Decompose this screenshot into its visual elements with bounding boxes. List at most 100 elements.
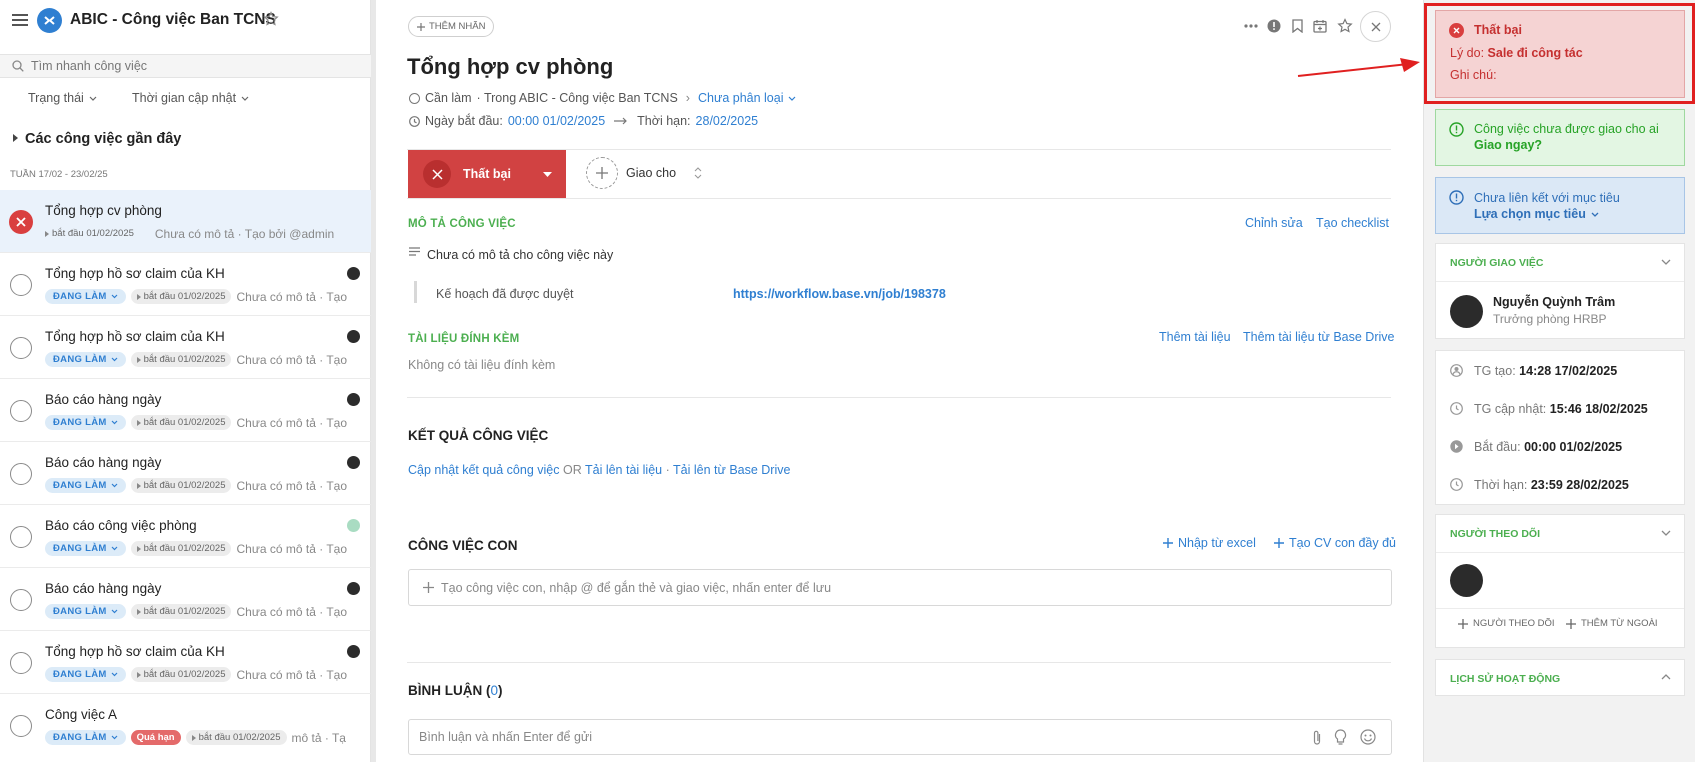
activity-history-card[interactable]: LỊCH SỬ HOẠT ĐỘNG (1435, 659, 1685, 696)
plan-link[interactable]: https://workflow.base.vn/job/198378 (733, 287, 946, 301)
plus-icon (1274, 538, 1284, 548)
search-input[interactable] (31, 59, 331, 73)
calendar-add-icon[interactable] (1312, 18, 1328, 34)
task-title-heading[interactable]: Tổng hợp cv phòng (407, 54, 613, 80)
status-circle-icon[interactable] (10, 715, 32, 737)
subtask-input-box[interactable]: Tạo công việc con, nhập @ để gắn thẻ và … (408, 569, 1392, 606)
due-date-value[interactable]: 28/02/2025 (696, 114, 759, 128)
play-circle-icon (1450, 440, 1463, 453)
assignee-avatar (347, 330, 360, 343)
lightbulb-icon[interactable] (1334, 729, 1347, 746)
chevron-down-icon[interactable] (1661, 530, 1671, 536)
assignee-avatar (347, 645, 360, 658)
add-document-link[interactable]: Thêm tài liệu (1159, 330, 1231, 344)
recent-tasks-header[interactable]: Các công việc gần đây (25, 131, 181, 147)
caret-right-icon[interactable] (13, 134, 18, 142)
chevron-down-icon (789, 96, 796, 101)
fail-status-button[interactable]: Thất bại (408, 150, 566, 198)
task-meta-row: ĐANG LÀM bắt đầu 01/02/2025 Chưa có mô t… (45, 541, 365, 556)
plus-icon (1566, 618, 1576, 629)
assigner-card: NGƯỜI GIAO VIỆC Nguyễn Quỳnh Trâm Trưởng… (1435, 243, 1685, 339)
annotation-arrow-icon (1297, 58, 1420, 77)
status-circle-icon[interactable] (409, 92, 420, 104)
failed-status-icon[interactable] (9, 210, 33, 234)
menu-icon[interactable] (12, 13, 28, 27)
close-icon[interactable] (1360, 11, 1391, 42)
add-document-drive-link[interactable]: Thêm tài liệu từ Base Drive (1243, 330, 1394, 344)
start-date-chip: bắt đầu 01/02/2025 (130, 541, 232, 556)
import-excel-button[interactable]: Nhập từ excel (1163, 536, 1256, 550)
add-external-follower-button[interactable]: THÊM TỪ NGOÀI (1566, 618, 1658, 629)
assign-to-button[interactable]: Giao cho (586, 157, 702, 189)
alert-icon[interactable] (1266, 18, 1282, 34)
status-badge[interactable]: ĐANG LÀM (45, 730, 126, 745)
status-badge[interactable]: ĐANG LÀM (45, 604, 126, 619)
task-item[interactable]: Tổng hợp hồ sơ claim của KH ĐANG LÀM bắt… (0, 253, 371, 316)
status-circle-icon[interactable] (10, 463, 32, 485)
create-checklist-link[interactable]: Tạo checklist (1316, 216, 1389, 230)
start-date-value[interactable]: 00:00 01/02/2025 (508, 114, 605, 128)
filter-status-dropdown[interactable]: Trạng thái (28, 91, 97, 105)
follower-avatar[interactable] (1450, 564, 1483, 597)
no-description-text: Chưa có mô tả cho công việc này (427, 248, 614, 262)
chevron-down-icon (111, 735, 118, 740)
assign-now-link[interactable]: Giao ngay? (1474, 138, 1542, 152)
status-badge[interactable]: ĐANG LÀM (45, 289, 126, 304)
assigner-avatar[interactable] (1450, 295, 1483, 328)
followers-card: NGƯỜI THEO DÕI NGƯỜI THEO DÕI THÊM TỪ NG… (1435, 514, 1685, 648)
task-title: Tổng hợp hồ sơ claim của KH (45, 329, 225, 344)
status-circle-icon[interactable] (10, 400, 32, 422)
attachments-header: TÀI LIỆU ĐÍNH KÈM (408, 333, 520, 345)
star-icon[interactable] (1336, 17, 1354, 35)
emoji-icon[interactable] (1360, 729, 1376, 745)
upload-drive-link[interactable]: Tải lên từ Base Drive (673, 463, 790, 477)
status-badge[interactable]: ĐANG LÀM (45, 667, 126, 682)
chevron-down-icon[interactable] (1661, 259, 1671, 265)
task-meta-text: mô tả · Tạ (291, 730, 346, 745)
task-item-selected[interactable]: Tổng hợp cv phòng bắt đầu 01/02/2025 Chư… (0, 190, 371, 253)
add-tag-label: THÊM NHÃN (429, 21, 486, 32)
create-full-subtask-button[interactable]: Tạo CV con đầy đủ (1274, 536, 1396, 550)
app-logo-icon (37, 8, 62, 33)
status-circle-icon[interactable] (10, 526, 32, 548)
attachment-icon[interactable] (1312, 730, 1322, 746)
task-item[interactable]: Báo cáo hàng ngày ĐANG LÀM bắt đầu 01/02… (0, 568, 371, 631)
edit-description-link[interactable]: Chỉnh sửa (1245, 216, 1303, 230)
star-icon[interactable] (263, 11, 279, 27)
status-badge[interactable]: ĐANG LÀM (45, 415, 126, 430)
start-date-chip: bắt đầu 01/02/2025 (130, 604, 232, 619)
upload-document-link[interactable]: Tải lên tài liệu (585, 463, 662, 477)
status-circle-icon[interactable] (10, 589, 32, 611)
choose-goal-dropdown[interactable]: Lựa chọn mục tiêu (1474, 207, 1599, 221)
status-circle-icon[interactable] (10, 274, 32, 296)
assignee-avatar (347, 456, 360, 469)
project-text[interactable]: · Trong ABIC - Công việc Ban TCNS (477, 91, 678, 105)
add-tag-button[interactable]: THÊM NHÃN (408, 16, 495, 37)
task-item[interactable]: Công việc A ĐANG LÀM Quá hạn bắt đầu 01/… (0, 694, 371, 757)
filter-status-label: Trạng thái (28, 91, 84, 105)
task-item[interactable]: Tổng hợp hồ sơ claim của KH ĐANG LÀM bắt… (0, 631, 371, 694)
task-item[interactable]: Tổng hợp hồ sơ claim của KH ĐANG LÀM bắt… (0, 316, 371, 379)
chevron-up-icon[interactable] (1661, 674, 1671, 680)
status-badge[interactable]: ĐANG LÀM (45, 541, 126, 556)
subtask-input-placeholder[interactable]: Tạo công việc con, nhập @ để gắn thẻ và … (441, 581, 831, 595)
filter-time-dropdown[interactable]: Thời gian cập nhật (132, 91, 249, 105)
caret-right-icon (136, 608, 141, 615)
status-badge[interactable]: ĐANG LÀM (45, 352, 126, 367)
status-circle-icon[interactable] (10, 652, 32, 674)
status-text[interactable]: Cần làm (425, 91, 472, 105)
comment-input-box[interactable]: Bình luận và nhấn Enter để gửi (408, 719, 1392, 755)
comment-input-placeholder[interactable]: Bình luận và nhấn Enter để gửi (419, 730, 592, 744)
bookmark-icon[interactable] (1289, 18, 1305, 34)
status-badge[interactable]: ĐANG LÀM (45, 478, 126, 493)
task-item[interactable]: Báo cáo công việc phòng ĐANG LÀM bắt đầu… (0, 505, 371, 568)
update-result-link[interactable]: Cập nhật kết quả công việc (408, 463, 560, 477)
add-follower-button[interactable]: NGƯỜI THEO DÕI (1458, 618, 1555, 629)
task-item[interactable]: Báo cáo hàng ngày ĐANG LÀM bắt đầu 01/02… (0, 379, 371, 442)
status-circle-icon[interactable] (10, 337, 32, 359)
task-item[interactable]: Báo cáo hàng ngày ĐANG LÀM bắt đầu 01/02… (0, 442, 371, 505)
classify-dropdown[interactable]: Chưa phân loại (698, 91, 784, 105)
caret-right-icon (136, 545, 141, 552)
more-icon[interactable] (1243, 18, 1259, 34)
assigner-name[interactable]: Nguyễn Quỳnh Trâm (1493, 295, 1615, 309)
